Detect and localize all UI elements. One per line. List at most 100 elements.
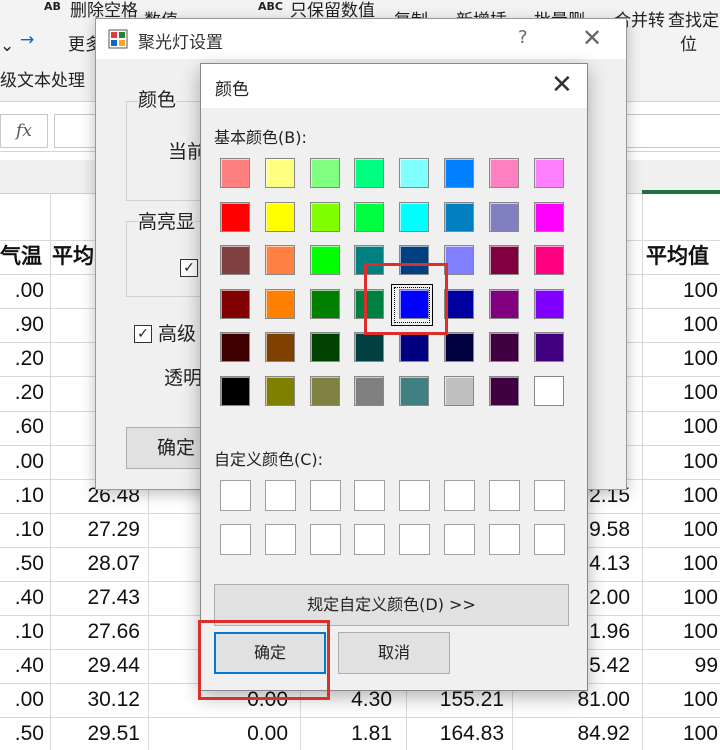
custom-color-swatch[interactable] bbox=[309, 480, 341, 511]
table-cell[interactable]: 100 bbox=[642, 274, 718, 308]
custom-color-swatch[interactable] bbox=[533, 480, 565, 511]
table-cell[interactable]: 0.00 bbox=[150, 717, 288, 750]
table-cell[interactable]: 100 bbox=[642, 410, 718, 444]
table-cell[interactable]: .10 bbox=[0, 479, 44, 513]
table-cell[interactable]: 100 bbox=[642, 547, 718, 581]
table-cell[interactable]: 84.92 bbox=[512, 717, 630, 750]
color-swatch[interactable] bbox=[533, 376, 564, 406]
table-cell[interactable]: .40 bbox=[0, 649, 44, 683]
color-swatch[interactable] bbox=[220, 332, 250, 363]
color-swatch[interactable] bbox=[533, 288, 564, 319]
fx-icon[interactable]: fx bbox=[0, 114, 48, 148]
color-swatch[interactable] bbox=[533, 158, 564, 188]
table-cell[interactable]: 27.43 bbox=[52, 581, 140, 615]
color-swatch[interactable] bbox=[309, 332, 340, 363]
color-swatch[interactable] bbox=[354, 376, 385, 406]
color-swatch[interactable] bbox=[264, 332, 295, 363]
color-swatch[interactable] bbox=[220, 245, 250, 276]
table-cell[interactable]: .20 bbox=[0, 376, 44, 410]
custom-color-swatch[interactable] bbox=[533, 524, 565, 555]
color-swatch[interactable] bbox=[309, 245, 340, 276]
color-swatch[interactable] bbox=[354, 332, 385, 363]
table-cell[interactable]: 100 bbox=[642, 479, 718, 513]
table-cell[interactable]: 100 bbox=[642, 581, 718, 615]
custom-color-swatch[interactable] bbox=[488, 524, 520, 555]
custom-color-swatch[interactable] bbox=[354, 480, 386, 511]
custom-color-swatch[interactable] bbox=[399, 524, 431, 555]
color-swatch[interactable] bbox=[444, 158, 474, 188]
close-icon[interactable]: ✕ bbox=[551, 70, 573, 100]
color-swatch[interactable] bbox=[444, 288, 474, 319]
color-swatch[interactable] bbox=[309, 376, 340, 406]
table-cell[interactable]: 1.81 bbox=[300, 717, 392, 750]
color-swatch[interactable] bbox=[264, 376, 295, 406]
table-cell[interactable]: 164.83 bbox=[406, 717, 504, 750]
color-swatch[interactable] bbox=[264, 245, 295, 276]
table-cell[interactable]: .00 bbox=[0, 274, 44, 308]
table-cell[interactable]: .10 bbox=[0, 513, 44, 547]
color-swatch[interactable] bbox=[488, 245, 519, 276]
table-cell[interactable]: .40 bbox=[0, 581, 44, 615]
table-cell[interactable]: .00 bbox=[0, 445, 44, 479]
spotlight-ok-button[interactable]: 确定 bbox=[126, 427, 206, 469]
table-cell[interactable]: 100 bbox=[642, 683, 718, 717]
color-swatch[interactable] bbox=[220, 376, 250, 406]
custom-color-swatch[interactable] bbox=[488, 480, 520, 511]
color-swatch[interactable] bbox=[220, 201, 250, 232]
color-swatch[interactable] bbox=[533, 201, 564, 232]
advanced-text-processing[interactable]: 级文本处理 bbox=[0, 66, 85, 91]
advanced-checkbox[interactable]: ✓ bbox=[134, 325, 152, 343]
table-cell[interactable]: .10 bbox=[0, 615, 44, 649]
color-swatch[interactable] bbox=[309, 201, 340, 232]
color-swatch[interactable] bbox=[399, 332, 430, 363]
custom-color-swatch[interactable] bbox=[444, 480, 475, 511]
help-icon[interactable]: ? bbox=[518, 27, 528, 48]
table-cell[interactable]: 30.12 bbox=[52, 683, 140, 717]
color-swatch[interactable] bbox=[444, 376, 474, 406]
table-cell[interactable]: 27.29 bbox=[52, 513, 140, 547]
table-cell[interactable]: 100 bbox=[642, 342, 718, 376]
table-cell[interactable]: 28.07 bbox=[52, 547, 140, 581]
table-cell[interactable]: .50 bbox=[0, 717, 44, 750]
header-cell-avg-value[interactable]: 平均值 bbox=[646, 240, 709, 274]
custom-color-swatch[interactable] bbox=[264, 524, 296, 555]
custom-color-swatch[interactable] bbox=[309, 524, 341, 555]
table-cell[interactable]: .50 bbox=[0, 547, 44, 581]
table-cell[interactable]: 100 bbox=[642, 513, 718, 547]
color-swatch[interactable] bbox=[220, 288, 250, 319]
table-cell[interactable]: .20 bbox=[0, 342, 44, 376]
color-swatch[interactable] bbox=[488, 288, 519, 319]
custom-color-swatch[interactable] bbox=[220, 524, 251, 555]
custom-color-swatch[interactable] bbox=[399, 480, 431, 511]
cancel-button[interactable]: 取消 bbox=[338, 632, 450, 674]
table-cell[interactable]: 29.44 bbox=[52, 649, 140, 683]
table-cell[interactable]: .60 bbox=[0, 410, 44, 444]
color-swatch[interactable] bbox=[444, 332, 474, 363]
highlight-checkbox[interactable]: ✓ bbox=[180, 259, 198, 277]
table-cell[interactable]: 99 bbox=[642, 649, 718, 683]
table-cell[interactable]: 100 bbox=[642, 615, 718, 649]
custom-color-swatch[interactable] bbox=[264, 480, 296, 511]
color-swatch[interactable] bbox=[220, 158, 250, 188]
find-locate-button[interactable]: 查找定 bbox=[668, 6, 719, 31]
color-swatch[interactable] bbox=[264, 288, 295, 319]
color-swatch[interactable] bbox=[354, 158, 385, 188]
custom-color-swatch[interactable] bbox=[444, 524, 475, 555]
close-icon[interactable]: ✕ bbox=[582, 24, 602, 52]
custom-color-swatch[interactable] bbox=[220, 480, 251, 511]
table-cell[interactable]: .90 bbox=[0, 308, 44, 342]
color-swatch[interactable] bbox=[488, 201, 519, 232]
color-swatch[interactable] bbox=[399, 376, 430, 406]
color-swatch[interactable] bbox=[444, 201, 474, 232]
table-cell[interactable]: 100 bbox=[642, 376, 718, 410]
color-swatch[interactable] bbox=[309, 288, 340, 319]
color-swatch[interactable] bbox=[309, 158, 340, 188]
table-cell[interactable]: 27.66 bbox=[52, 615, 140, 649]
color-swatch[interactable] bbox=[444, 245, 474, 276]
color-swatch[interactable] bbox=[399, 158, 430, 188]
table-cell[interactable]: 100 bbox=[642, 717, 718, 750]
table-cell[interactable]: .00 bbox=[0, 683, 44, 717]
custom-color-swatch[interactable] bbox=[354, 524, 386, 555]
color-swatch[interactable] bbox=[264, 158, 295, 188]
color-swatch[interactable] bbox=[533, 332, 564, 363]
